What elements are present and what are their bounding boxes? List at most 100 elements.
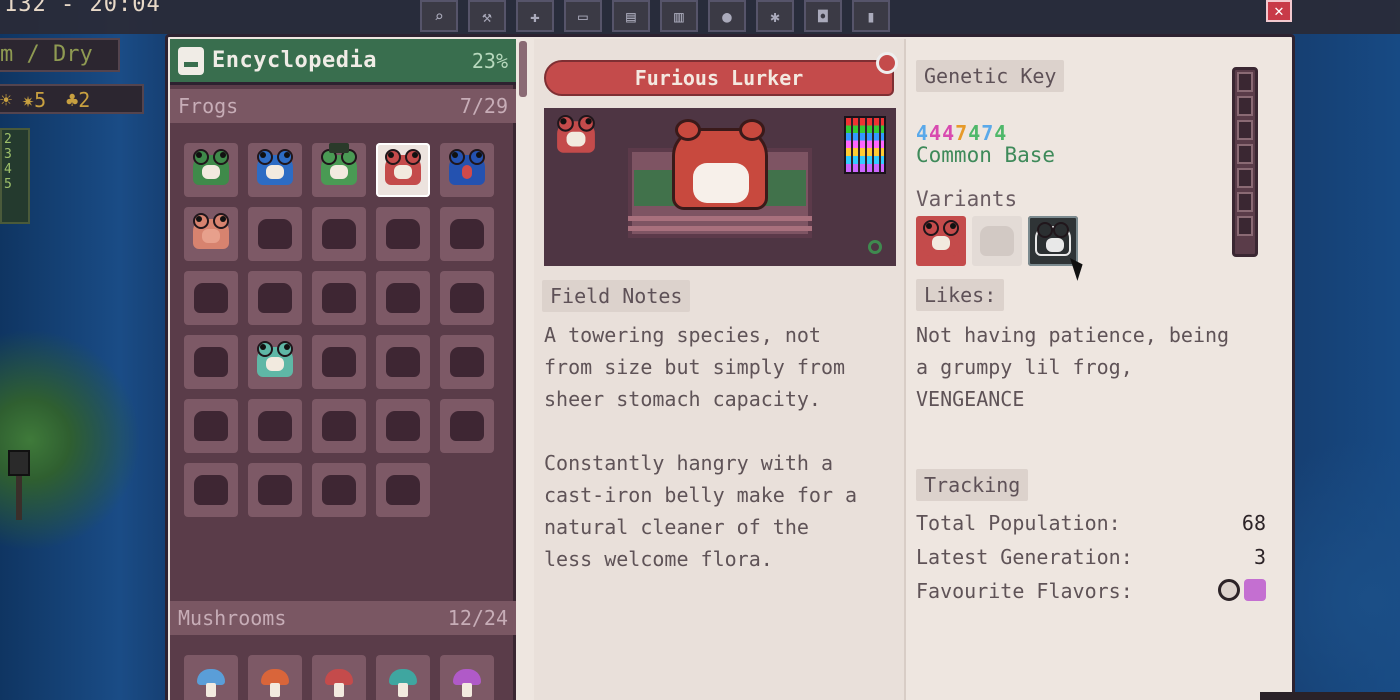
variant-list	[916, 216, 1078, 266]
species-name-banner: Furious Lurker	[544, 52, 898, 96]
orange-mushroom-icon	[258, 665, 292, 699]
genome-slot-icon	[1237, 96, 1253, 116]
platform-stripe	[628, 226, 812, 231]
hotbar-num: 3	[4, 147, 12, 162]
tracking-row-value: 68	[1241, 511, 1266, 535]
sidebar-scrollbar[interactable]	[519, 41, 527, 97]
frog-slot-locked[interactable]	[184, 399, 238, 453]
locked-frog-silhouette-icon	[450, 283, 484, 313]
small-frog-thumbnail-icon	[557, 114, 595, 153]
frog-slot-locked[interactable]	[248, 463, 302, 517]
flavor-icons	[1218, 579, 1266, 606]
mushroom-slot[interactable]	[312, 655, 366, 700]
tank-tool-icon[interactable]: ▭	[564, 0, 602, 32]
field-notes-text: A towering species, not from size but si…	[544, 323, 858, 571]
green-frog-icon	[193, 149, 229, 185]
frog-slot-locked[interactable]	[440, 399, 494, 453]
variant-red[interactable]	[916, 216, 966, 266]
frog-slot-pink[interactable]	[184, 207, 238, 261]
locked-frog-silhouette-icon	[258, 283, 292, 313]
frog-slot-locked[interactable]	[376, 399, 430, 453]
frog-slot-locked[interactable]	[312, 335, 366, 389]
frog-slot-locked[interactable]	[440, 271, 494, 325]
platform-stripe	[628, 216, 812, 221]
bug-tool-icon[interactable]: ✱	[756, 0, 794, 32]
frog-belly	[693, 163, 749, 203]
frog-slot-locked[interactable]	[440, 335, 494, 389]
furious-lurker-frog-icon	[385, 149, 421, 185]
category-mushrooms-header[interactable]: Mushrooms 12/24	[170, 601, 516, 635]
frog-slot-locked[interactable]	[312, 463, 366, 517]
locked-frog-silhouette-icon	[386, 347, 420, 377]
gene-digit: 4	[916, 121, 930, 145]
mushroom-slot[interactable]	[248, 655, 302, 700]
locked-frog-silhouette-icon	[194, 283, 228, 313]
frog-slot-locked[interactable]	[248, 271, 302, 325]
robot-tool-icon[interactable]: ◘	[804, 0, 842, 32]
frog-slot-locked[interactable]	[376, 207, 430, 261]
genome-slot-icon	[1237, 192, 1253, 212]
bone-tool-icon[interactable]: ✚	[516, 0, 554, 32]
frog-slot-hat[interactable]	[312, 143, 366, 197]
genome-slot-icon	[1237, 120, 1253, 140]
jar-tool-icon[interactable]: ▮	[852, 0, 890, 32]
banner-ornament-icon	[876, 52, 898, 74]
field-notes-label: Field Notes	[542, 280, 691, 312]
frog-slot-blue-red[interactable]	[440, 143, 494, 197]
frog-slot-locked[interactable]	[376, 271, 430, 325]
box-tool-icon[interactable]: ▥	[660, 0, 698, 32]
frog-slot-locked[interactable]	[312, 271, 366, 325]
frog-slot-furious-lurker[interactable]	[376, 143, 430, 197]
likes-text: Not having patience, being a grumpy lil …	[916, 323, 1230, 411]
locked-frog-silhouette-icon	[450, 347, 484, 377]
locked-variant-icon	[980, 226, 1014, 256]
tracking-row-label: Favourite Flavors:	[916, 579, 1133, 603]
red-mushroom-icon	[322, 665, 356, 699]
hotbar-side: 2 3 4 5	[0, 128, 30, 224]
frog-slot-locked[interactable]	[184, 463, 238, 517]
species-name: Furious Lurker	[634, 66, 804, 90]
genetic-key-label: Genetic Key	[916, 60, 1065, 92]
locked-frog-silhouette-icon	[258, 411, 292, 441]
mushroom-slot[interactable]	[440, 655, 494, 700]
frog-slot-locked[interactable]	[376, 335, 430, 389]
frog-slot-locked[interactable]	[248, 207, 302, 261]
likes-label: Likes:	[916, 279, 1005, 311]
frog-slot-locked[interactable]	[248, 399, 302, 453]
locked-frog-silhouette-icon	[194, 475, 228, 505]
book-icon	[178, 46, 204, 75]
category-frogs-header[interactable]: Frogs 7/29	[170, 89, 516, 123]
mushroom-slot[interactable]	[376, 655, 430, 700]
category-count: 7/29	[459, 94, 508, 118]
purple-mushroom-icon	[450, 665, 484, 699]
frog-slot-locked[interactable]	[312, 207, 366, 261]
tracking-latest-generation: Latest Generation: 3	[916, 545, 1266, 569]
species-portrait	[544, 108, 896, 266]
crate-tool-icon[interactable]: ▤	[612, 0, 650, 32]
pot-tool-icon[interactable]: ●	[708, 0, 746, 32]
frog-slot-blue-white[interactable]	[248, 143, 302, 197]
close-button[interactable]: ✕	[1266, 0, 1292, 22]
encyclopedia-title: Encyclopedia	[212, 48, 377, 73]
frog-slot-locked[interactable]	[376, 463, 430, 517]
gem-icon	[868, 240, 882, 254]
frog-slot-locked[interactable]	[312, 399, 366, 453]
variant-locked[interactable]	[972, 216, 1022, 266]
frog-slot-locked[interactable]	[184, 335, 238, 389]
species-detail-panel: Furious Lurker Field Notes A towering sp…	[534, 39, 906, 700]
locked-frog-silhouette-icon	[194, 347, 228, 377]
axe-tool-icon[interactable]: ⚒	[468, 0, 506, 32]
magnifier-tool-icon[interactable]: ⌕	[420, 0, 458, 32]
gene-digit: 7	[955, 121, 969, 145]
frog-slot-locked[interactable]	[184, 271, 238, 325]
hotbar-num: 2	[4, 132, 12, 147]
mushroom-slot[interactable]	[184, 655, 238, 700]
frog-slot-green[interactable]	[184, 143, 238, 197]
bottom-bar	[1260, 692, 1400, 700]
category-count: 12/24	[447, 606, 508, 630]
genome-slot-icon	[1237, 216, 1253, 236]
frog-slot-teal[interactable]	[248, 335, 302, 389]
frog-slot-locked[interactable]	[440, 207, 494, 261]
drop-icon: ♣2	[66, 88, 91, 112]
genome-slot-icon	[1237, 168, 1253, 188]
